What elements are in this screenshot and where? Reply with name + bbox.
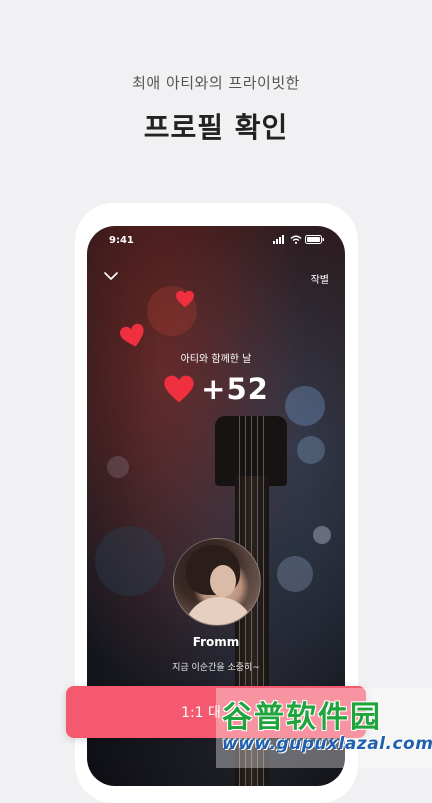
artist-name: Fromm <box>192 635 240 649</box>
wifi-icon <box>290 235 302 244</box>
artist-avatar[interactable] <box>173 538 261 626</box>
together-days-count: +52 <box>201 372 269 406</box>
avatar-shoulder <box>184 597 254 625</box>
page-title: 프로필 확인 <box>143 111 289 144</box>
artist-status-message: 지금 이순간을 소중히~ <box>172 663 260 673</box>
together-days-label: 아티와 함께한 날 <box>180 354 252 365</box>
chat-button-label: 1:1 대 <box>181 705 221 721</box>
bokeh-light <box>107 456 129 478</box>
bokeh-light <box>313 526 331 544</box>
watermark-url: www.gupuxlazal.com <box>222 734 432 754</box>
together-days-row: +52 <box>87 372 345 406</box>
bokeh-light <box>277 556 313 592</box>
watermark-logo-text: 谷普软件园 <box>222 700 382 735</box>
chevron-down-icon[interactable] <box>103 270 119 282</box>
status-time: 9:41 <box>109 235 134 246</box>
avatar-face <box>210 565 236 597</box>
heart-icon <box>164 375 194 403</box>
farewell-button[interactable]: 작별 <box>311 271 329 286</box>
signal-icon <box>273 235 285 244</box>
bokeh-light <box>95 526 165 596</box>
page-subtitle: 최애 아티와의 프라이빗한 <box>132 74 300 92</box>
battery-icon <box>305 235 324 244</box>
bokeh-light <box>297 436 325 464</box>
heart-icon <box>120 323 144 347</box>
heart-icon <box>176 290 194 308</box>
status-icons <box>273 235 325 245</box>
watermark: 谷普软件园 www.gupuxlazal.com <box>216 688 432 768</box>
